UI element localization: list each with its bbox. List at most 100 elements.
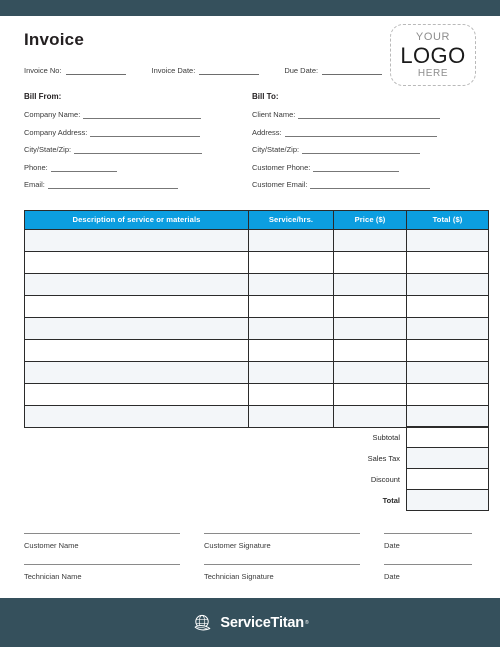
cell-total[interactable] <box>406 272 489 296</box>
customer-name-label: Customer Name <box>24 541 79 551</box>
cell-service-hrs[interactable] <box>248 316 334 340</box>
technician-signature-line[interactable] <box>204 564 360 566</box>
company-address-input-rule[interactable] <box>90 128 201 137</box>
company-email-field[interactable]: Email: <box>24 180 248 189</box>
cell-price[interactable] <box>333 316 407 340</box>
customer-phone-field[interactable]: Customer Phone: <box>252 163 476 172</box>
cell-total[interactable] <box>406 250 489 274</box>
technician-signature-cell[interactable]: Technician Signature <box>204 564 360 581</box>
logo-placeholder[interactable]: YOUR LOGO HERE <box>390 24 476 86</box>
table-row[interactable] <box>24 294 489 318</box>
table-row[interactable] <box>24 228 489 252</box>
cell-price[interactable] <box>333 272 407 296</box>
cell-service-hrs[interactable] <box>248 294 334 318</box>
company-city-state-zip-input-rule[interactable] <box>74 145 203 154</box>
cell-service-hrs[interactable] <box>248 360 334 384</box>
cell-description[interactable] <box>24 316 249 340</box>
company-address-field[interactable]: Company Address: <box>24 128 248 137</box>
technician-date-cell[interactable]: Date <box>384 564 472 581</box>
cell-service-hrs[interactable] <box>248 338 334 362</box>
client-name-field[interactable]: Client Name: <box>252 110 476 119</box>
customer-signature-cell[interactable]: Customer Signature <box>204 533 360 550</box>
cell-description[interactable] <box>24 338 249 362</box>
cell-service-hrs[interactable] <box>248 404 334 428</box>
subtotal-value[interactable] <box>406 426 489 449</box>
cell-service-hrs[interactable] <box>248 250 334 274</box>
cell-description[interactable] <box>24 404 249 428</box>
company-city-state-zip-field[interactable]: City/State/Zip: <box>24 145 248 154</box>
company-name-label: Company Name: <box>24 110 81 119</box>
table-row[interactable] <box>24 382 489 406</box>
company-city-state-zip-label: City/State/Zip: <box>24 145 72 154</box>
client-address-input-rule[interactable] <box>284 128 437 137</box>
cell-description[interactable] <box>24 250 249 274</box>
cell-price[interactable] <box>333 228 407 252</box>
cell-total[interactable] <box>406 382 489 406</box>
customer-email-input-rule[interactable] <box>310 180 431 189</box>
customer-signature-label: Customer Signature <box>204 541 271 551</box>
company-name-input-rule[interactable] <box>83 110 202 119</box>
cell-description[interactable] <box>24 360 249 384</box>
cell-price[interactable] <box>333 250 407 274</box>
totals-row-sales-tax: Sales Tax <box>24 447 489 470</box>
table-row[interactable] <box>24 404 489 428</box>
client-city-state-zip-input-rule[interactable] <box>302 145 421 154</box>
table-row[interactable] <box>24 338 489 362</box>
cell-total[interactable] <box>406 294 489 318</box>
company-email-label: Email: <box>24 180 45 189</box>
technician-signature-label: Technician Signature <box>204 572 274 582</box>
customer-name-signature-line[interactable] <box>24 533 180 535</box>
customer-signature-line[interactable] <box>204 533 360 535</box>
client-name-input-rule[interactable] <box>298 110 441 119</box>
customer-name-signature-cell[interactable]: Customer Name <box>24 533 180 550</box>
cell-total[interactable] <box>406 360 489 384</box>
customer-date-line[interactable] <box>384 533 472 535</box>
invoice-date-input-rule[interactable] <box>199 66 260 75</box>
total-value[interactable] <box>406 489 489 512</box>
cell-price[interactable] <box>333 360 407 384</box>
table-row[interactable] <box>24 272 489 296</box>
cell-price[interactable] <box>333 382 407 406</box>
customer-date-cell[interactable]: Date <box>384 533 472 550</box>
table-row[interactable] <box>24 360 489 384</box>
cell-total[interactable] <box>406 316 489 340</box>
due-date-field[interactable]: Due Date: <box>284 66 383 75</box>
cell-price[interactable] <box>333 404 407 428</box>
cell-description[interactable] <box>24 294 249 318</box>
cell-service-hrs[interactable] <box>248 272 334 296</box>
company-email-input-rule[interactable] <box>47 180 178 189</box>
bill-from-heading: Bill From: <box>24 92 62 101</box>
sales-tax-value[interactable] <box>406 447 489 470</box>
cell-total[interactable] <box>406 228 489 252</box>
company-name-field[interactable]: Company Name: <box>24 110 248 119</box>
cell-price[interactable] <box>333 294 407 318</box>
cell-price[interactable] <box>333 338 407 362</box>
cell-description[interactable] <box>24 382 249 406</box>
customer-email-field[interactable]: Customer Email: <box>252 180 476 189</box>
technician-name-signature-cell[interactable]: Technician Name <box>24 564 180 581</box>
totals-row-total: Total <box>24 489 489 512</box>
client-city-state-zip-field[interactable]: City/State/Zip: <box>252 145 476 154</box>
table-header-row: Description of service or materials Serv… <box>24 209 489 230</box>
cell-description[interactable] <box>24 272 249 296</box>
cell-service-hrs[interactable] <box>248 228 334 252</box>
client-address-field[interactable]: Address: <box>252 128 476 137</box>
cell-total[interactable] <box>406 404 489 428</box>
totals-table: Subtotal Sales Tax Discount Total <box>24 426 489 512</box>
invoice-no-input-rule[interactable] <box>65 66 126 75</box>
table-row[interactable] <box>24 316 489 340</box>
due-date-input-rule[interactable] <box>322 66 383 75</box>
technician-name-signature-line[interactable] <box>24 564 180 566</box>
discount-value[interactable] <box>406 468 489 491</box>
invoice-no-field[interactable]: Invoice No: <box>24 66 126 75</box>
company-phone-input-rule[interactable] <box>50 163 117 172</box>
company-phone-field[interactable]: Phone: <box>24 163 248 172</box>
technician-date-line[interactable] <box>384 564 472 566</box>
cell-description[interactable] <box>24 228 249 252</box>
cell-service-hrs[interactable] <box>248 382 334 406</box>
invoice-date-field[interactable]: Invoice Date: <box>152 66 260 75</box>
table-row[interactable] <box>24 250 489 274</box>
customer-phone-input-rule[interactable] <box>313 163 400 172</box>
column-header-total: Total ($) <box>406 209 489 230</box>
cell-total[interactable] <box>406 338 489 362</box>
